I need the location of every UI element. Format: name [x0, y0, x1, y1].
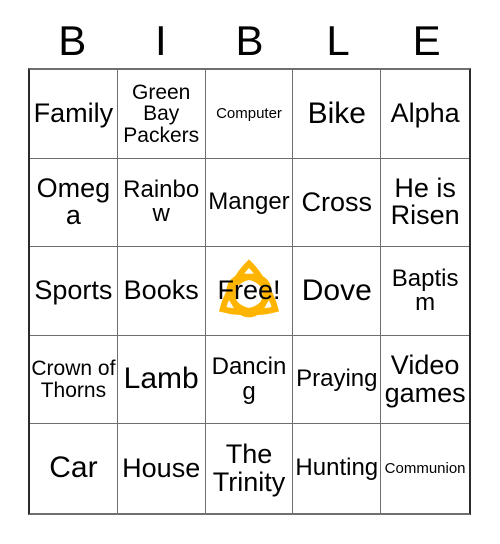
- bingo-cell-label: Manger: [208, 188, 290, 216]
- bingo-cell[interactable]: The Trinity: [206, 424, 294, 513]
- bingo-cell[interactable]: Family: [30, 70, 118, 159]
- bingo-cell[interactable]: Cross: [293, 158, 382, 248]
- bingo-cell-free[interactable]: Free!: [205, 247, 294, 336]
- bingo-cell-label: Baptism: [391, 264, 459, 316]
- bingo-cell-label: Crown of Thorns: [31, 357, 116, 402]
- bingo-cell[interactable]: Communion: [381, 424, 469, 513]
- bingo-cell-label: Dancing: [211, 353, 287, 405]
- bingo-cell[interactable]: Praying: [293, 335, 382, 425]
- bingo-cell-label: Video games: [384, 350, 466, 408]
- bingo-cell[interactable]: Baptism: [381, 247, 469, 336]
- bingo-cell[interactable]: Omega: [30, 158, 118, 248]
- bingo-cell-label: Lamb: [123, 362, 199, 396]
- bingo-cell[interactable]: Sports: [30, 247, 118, 336]
- bingo-cell-label: Communion: [384, 460, 466, 478]
- bingo-cell[interactable]: Dancing: [205, 335, 294, 425]
- bingo-cell-label: Car: [49, 451, 98, 485]
- bingo-cell[interactable]: Green Bay Packers: [117, 70, 206, 159]
- bingo-cell[interactable]: Hunting: [293, 424, 382, 513]
- bingo-cell[interactable]: Crown of Thorns: [30, 335, 118, 425]
- bingo-cell[interactable]: House: [118, 424, 206, 513]
- bingo-cell[interactable]: Alpha: [381, 70, 469, 159]
- bingo-cell-label: Free!: [217, 275, 281, 306]
- bingo-cell[interactable]: Video games: [381, 336, 469, 425]
- bingo-header-row: B I B L E: [28, 14, 471, 68]
- bingo-cell-label: Books: [123, 275, 199, 306]
- bingo-cell-label: Family: [33, 98, 114, 129]
- bingo-cell[interactable]: Dove: [293, 247, 382, 336]
- bingo-cell-label: Alpha: [390, 98, 460, 129]
- header-letter-1: B: [58, 17, 87, 64]
- bingo-cell-label: He is Risen: [390, 172, 460, 231]
- bingo-cell-label: Rainbow: [123, 175, 200, 228]
- bingo-cell-label: Cross: [301, 186, 373, 217]
- bingo-grid: Family Green Bay Packers Computer Bike Alpha…: [28, 68, 471, 515]
- bingo-cell-label: The Trinity: [212, 439, 286, 497]
- header-letter-5: E: [412, 17, 441, 64]
- header-letter-4: L: [326, 17, 350, 64]
- bingo-cell[interactable]: Bike: [293, 70, 382, 159]
- bingo-cell-label: House: [122, 452, 201, 483]
- bingo-cell[interactable]: Lamb: [117, 335, 206, 425]
- bingo-cell-label: Dove: [301, 273, 372, 307]
- bingo-cell-label: Green Bay Packers: [123, 80, 200, 147]
- header-letter-2: I: [155, 17, 167, 64]
- bingo-cell-label: Bike: [307, 96, 366, 130]
- bingo-cell-label: Praying: [296, 365, 378, 393]
- bingo-cell-label: Hunting: [295, 454, 379, 482]
- bingo-cell[interactable]: Car: [30, 424, 118, 513]
- bingo-cell-label: Omega: [36, 172, 111, 231]
- bingo-cell-label: Computer: [216, 105, 282, 123]
- bingo-cell-label: Sports: [34, 275, 113, 306]
- bingo-cell[interactable]: Rainbow: [117, 158, 206, 248]
- header-letter-3: B: [235, 17, 264, 64]
- bingo-cell[interactable]: Computer: [205, 70, 294, 159]
- bingo-card: B I B L E Family Green Bay Packers Compute…: [0, 0, 500, 544]
- bingo-cell[interactable]: Manger: [205, 158, 294, 248]
- bingo-cell[interactable]: Books: [117, 247, 206, 336]
- bingo-cell[interactable]: He is Risen: [381, 159, 469, 248]
